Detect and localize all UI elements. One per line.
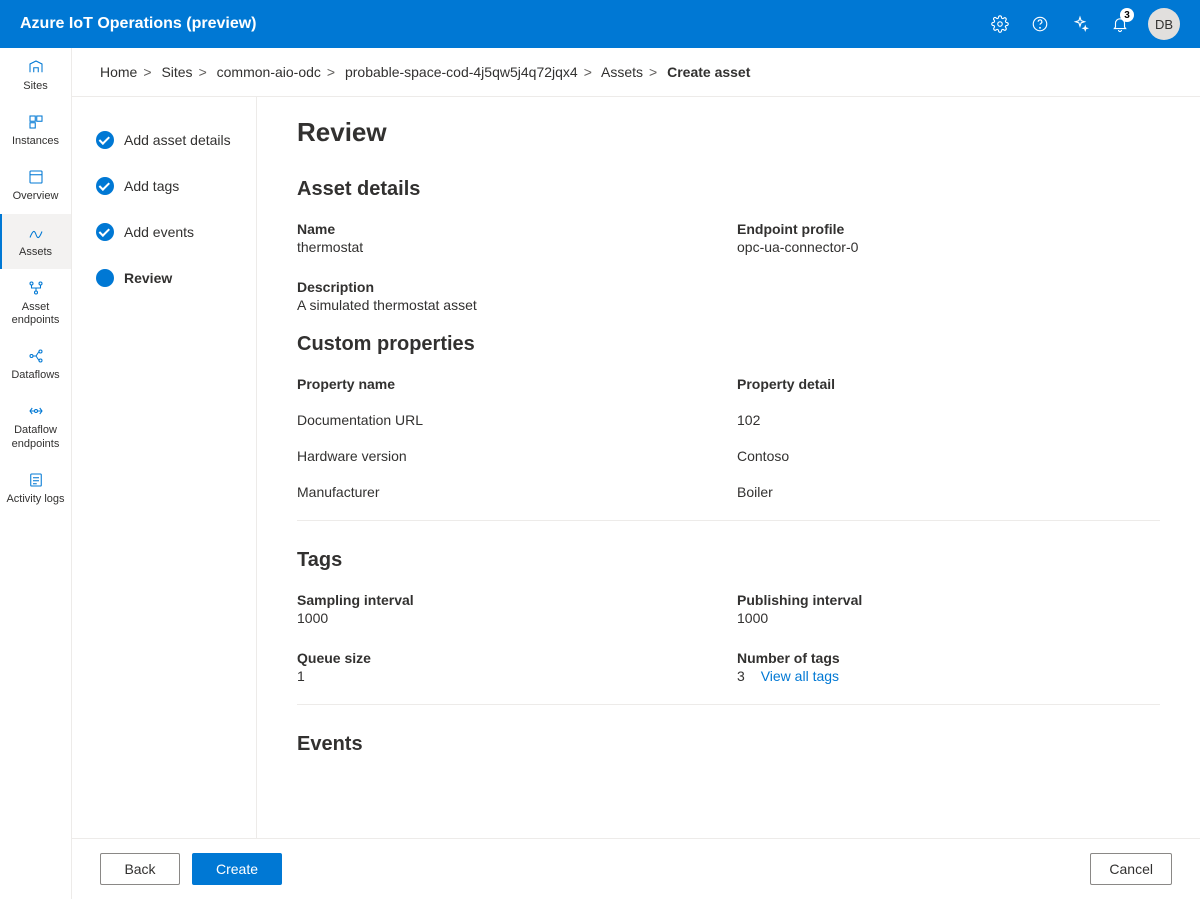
- nav-label: Assets: [19, 246, 52, 259]
- nav-item-assets[interactable]: Assets: [0, 214, 71, 269]
- breadcrumb-current: Create asset: [667, 64, 750, 80]
- queue-size-label: Queue size: [297, 650, 717, 666]
- instances-icon: [27, 113, 45, 131]
- cancel-button[interactable]: Cancel: [1090, 853, 1172, 885]
- description-value: A simulated thermostat asset: [297, 297, 1160, 313]
- nav-item-sites[interactable]: Sites: [0, 48, 71, 103]
- nav-item-activity-logs[interactable]: Activity logs: [0, 461, 71, 516]
- breadcrumb-link[interactable]: Assets: [601, 64, 643, 80]
- step-check-icon: [96, 131, 114, 149]
- wizard-footer: Back Create Cancel: [72, 839, 1200, 899]
- step-label: Add events: [124, 224, 194, 240]
- sites-icon: [27, 58, 45, 76]
- nav-item-asset-endpoints[interactable]: Asset endpoints: [0, 269, 71, 337]
- wizard-step-review[interactable]: Review: [96, 255, 244, 301]
- step-current-icon: [96, 269, 114, 287]
- dataflow-endpoints-icon: [27, 402, 45, 420]
- dataflows-icon: [27, 347, 45, 365]
- nav-label: Activity logs: [6, 493, 64, 506]
- name-label: Name: [297, 221, 717, 237]
- queue-size-value: 1: [297, 668, 717, 684]
- help-icon: [1031, 15, 1049, 33]
- nav-label: Instances: [12, 135, 59, 148]
- settings-button[interactable]: [980, 0, 1020, 48]
- endpoint-profile-value: opc-ua-connector-0: [737, 239, 1160, 255]
- step-label: Review: [124, 270, 172, 286]
- user-avatar[interactable]: DB: [1148, 8, 1180, 40]
- custom-properties-table: Property name Property detail Documentat…: [297, 376, 1160, 500]
- number-of-tags-label: Number of tags: [737, 650, 1160, 666]
- create-button[interactable]: Create: [192, 853, 282, 885]
- sparkle-icon: [1071, 15, 1089, 33]
- notifications-button[interactable]: 3: [1100, 0, 1140, 48]
- table-cell: Boiler: [737, 484, 1160, 500]
- asset-endpoints-icon: [27, 279, 45, 297]
- review-content[interactable]: Review Asset details Name thermostat End…: [257, 97, 1200, 838]
- activity-logs-icon: [27, 471, 45, 489]
- help-button[interactable]: [1020, 0, 1060, 48]
- feedback-button[interactable]: [1060, 0, 1100, 48]
- nav-item-dataflows[interactable]: Dataflows: [0, 337, 71, 392]
- nav-label: Overview: [13, 190, 59, 203]
- top-app-bar: Azure IoT Operations (preview) 3 DB: [0, 0, 1200, 48]
- breadcrumb: Home> Sites> common-aio-odc> probable-sp…: [72, 48, 1200, 97]
- asset-details-heading: Asset details: [297, 178, 1160, 201]
- left-nav: Sites Instances Overview Assets Asset en…: [0, 48, 72, 899]
- breadcrumb-link[interactable]: common-aio-odc: [217, 64, 321, 80]
- assets-icon: [27, 224, 45, 242]
- nav-item-instances[interactable]: Instances: [0, 103, 71, 158]
- nav-label: Dataflow endpoints: [4, 424, 67, 450]
- col-property-name: Property name: [297, 376, 717, 392]
- divider: [297, 704, 1160, 705]
- custom-properties-heading: Custom properties: [297, 333, 1160, 356]
- nav-label: Sites: [23, 80, 47, 93]
- table-cell: Contoso: [737, 448, 1160, 464]
- wizard-steps: Add asset details Add tags Add events Re…: [72, 97, 257, 838]
- description-label: Description: [297, 279, 1160, 295]
- col-property-detail: Property detail: [737, 376, 1160, 392]
- nav-item-dataflow-endpoints[interactable]: Dataflow endpoints: [0, 392, 71, 460]
- name-value: thermostat: [297, 239, 717, 255]
- overview-icon: [27, 168, 45, 186]
- step-label: Add asset details: [124, 132, 231, 148]
- tags-heading: Tags: [297, 549, 1160, 572]
- publishing-interval-value: 1000: [737, 610, 1160, 626]
- table-cell: Hardware version: [297, 448, 717, 464]
- sampling-interval-label: Sampling interval: [297, 592, 717, 608]
- breadcrumb-link[interactable]: Sites: [161, 64, 192, 80]
- breadcrumb-link[interactable]: probable-space-cod-4j5qw5j4q72jqx4: [345, 64, 578, 80]
- back-button[interactable]: Back: [100, 853, 180, 885]
- wizard-step-add-tags[interactable]: Add tags: [96, 163, 244, 209]
- view-all-tags-link[interactable]: View all tags: [761, 668, 839, 684]
- breadcrumb-link[interactable]: Home: [100, 64, 137, 80]
- number-of-tags-value: 3: [737, 668, 745, 684]
- endpoint-profile-label: Endpoint profile: [737, 221, 1160, 237]
- step-check-icon: [96, 223, 114, 241]
- wizard-step-add-events[interactable]: Add events: [96, 209, 244, 255]
- table-cell: Manufacturer: [297, 484, 717, 500]
- step-check-icon: [96, 177, 114, 195]
- page-title: Review: [297, 117, 1160, 148]
- nav-item-overview[interactable]: Overview: [0, 158, 71, 213]
- table-cell: Documentation URL: [297, 412, 717, 428]
- nav-label: Asset endpoints: [4, 301, 67, 327]
- step-label: Add tags: [124, 178, 179, 194]
- publishing-interval-label: Publishing interval: [737, 592, 1160, 608]
- divider: [297, 520, 1160, 521]
- wizard-step-add-asset-details[interactable]: Add asset details: [96, 117, 244, 163]
- gear-icon: [991, 15, 1009, 33]
- events-heading: Events: [297, 733, 1160, 756]
- sampling-interval-value: 1000: [297, 610, 717, 626]
- table-cell: 102: [737, 412, 1160, 428]
- nav-label: Dataflows: [11, 369, 59, 382]
- notification-count-badge: 3: [1120, 8, 1134, 22]
- app-title: Azure IoT Operations (preview): [20, 15, 980, 33]
